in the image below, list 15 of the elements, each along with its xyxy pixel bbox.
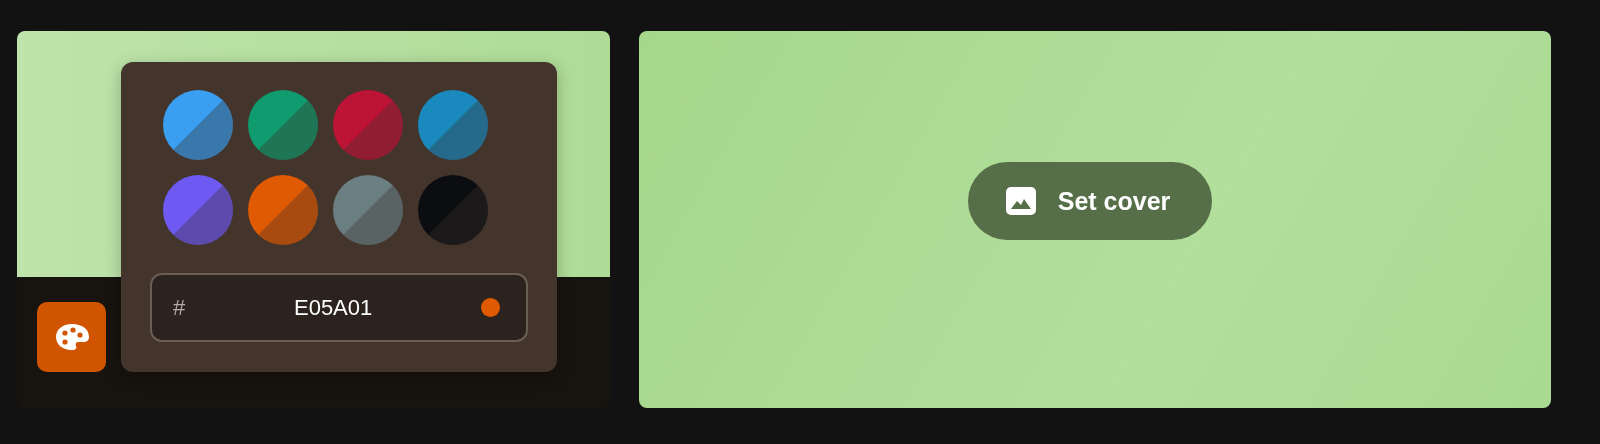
hash-label: # (173, 294, 186, 321)
color-swatch[interactable] (418, 175, 488, 245)
color-swatch[interactable] (248, 175, 318, 245)
palette-icon (53, 322, 90, 352)
set-cover-button[interactable]: Set cover (967, 162, 1213, 240)
color-swatch[interactable] (163, 90, 233, 160)
color-swatch[interactable] (163, 175, 233, 245)
image-icon (1005, 187, 1036, 215)
hex-input-field[interactable]: # E05A01 (150, 273, 528, 342)
color-swatch[interactable] (333, 175, 403, 245)
color-swatch[interactable] (418, 90, 488, 160)
color-swatch[interactable] (248, 90, 318, 160)
color-swatch[interactable] (333, 90, 403, 160)
hex-value: E05A01 (292, 294, 374, 321)
palette-button[interactable] (37, 302, 106, 372)
